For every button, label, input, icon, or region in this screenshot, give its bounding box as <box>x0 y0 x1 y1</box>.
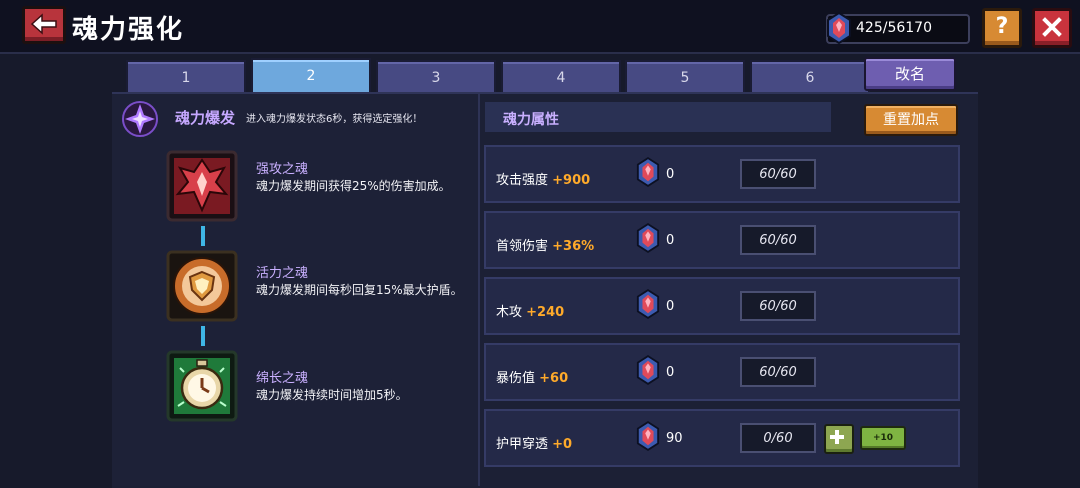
reset-points-button[interactable]: 重置加点 <box>864 104 958 136</box>
tab-6[interactable]: 6 <box>750 60 870 92</box>
soul-name-2: 活力之魂 <box>256 266 309 281</box>
attribute-row: 首领伤害 +36% 0 60/60 <box>484 211 960 269</box>
close-button[interactable] <box>1032 8 1072 48</box>
soul-name-3: 绵长之魂 <box>256 371 309 386</box>
tab-3[interactable]: 3 <box>376 60 496 92</box>
soul-burst-description: 进入魂力爆发状态6秒，获得选定强化！ <box>246 114 423 125</box>
attribute-label: 暴伤值 +60 <box>496 371 569 386</box>
shield-badge-icon[interactable] <box>166 250 238 322</box>
attribute-row: 攻击强度 +900 0 60/60 <box>484 145 960 203</box>
attribute-cost: 0 <box>666 299 675 314</box>
attribute-bonus: +60 <box>539 371 569 386</box>
attribute-row: 木攻 +240 0 60/60 <box>484 277 960 335</box>
soul-burst-icon <box>122 101 158 137</box>
tab-5[interactable]: 5 <box>625 60 745 92</box>
add-ten-points-button[interactable]: +10 <box>860 426 906 450</box>
tab-2[interactable]: 2 <box>251 58 371 92</box>
soul-gem-icon <box>636 355 660 385</box>
attribute-cost: 0 <box>666 365 675 380</box>
attribute-level: 60/60 <box>740 225 816 255</box>
panel-divider <box>478 94 480 486</box>
attribute-cost: 90 <box>666 431 683 446</box>
attribute-label: 木攻 +240 <box>496 305 565 320</box>
attributes-title: 魂力属性 <box>503 112 559 128</box>
soul-gem-icon <box>636 223 660 253</box>
soul-desc-1: 魂力爆发期间获得25%的伤害加成。 <box>256 179 451 193</box>
tab-1[interactable]: 1 <box>126 60 246 92</box>
attribute-label: 护甲穿透 +0 <box>496 437 573 452</box>
help-button[interactable]: ? <box>982 8 1022 48</box>
attribute-label: 攻击强度 +900 <box>496 173 591 188</box>
add-point-button[interactable] <box>824 424 854 454</box>
attribute-level: 60/60 <box>740 159 816 189</box>
soul-connector <box>201 226 205 246</box>
soul-connector <box>201 326 205 346</box>
soul-desc-2: 魂力爆发期间每秒回复15%最大护盾。 <box>256 283 463 297</box>
red-claw-icon[interactable] <box>166 150 238 222</box>
soul-gem-icon <box>636 157 660 187</box>
back-button[interactable] <box>22 6 66 44</box>
attribute-bonus: +0 <box>552 437 573 452</box>
attribute-row: 护甲穿透 +0 90 0/60 +10 <box>484 409 960 467</box>
soul-burst-title: 魂力爆发 <box>175 109 236 127</box>
attribute-bonus: +36% <box>552 239 595 254</box>
soul-name-1: 强攻之魂 <box>256 162 309 177</box>
page-title: 魂力强化 <box>72 15 185 45</box>
attribute-row: 暴伤值 +60 0 60/60 <box>484 343 960 401</box>
currency-value: 425/56170 <box>856 20 932 36</box>
soul-gem-icon <box>636 421 660 451</box>
attribute-cost: 0 <box>666 233 675 248</box>
attribute-level: 0/60 <box>740 423 816 453</box>
soul-gem-icon <box>827 12 851 44</box>
attribute-cost: 0 <box>666 167 675 182</box>
tab-4[interactable]: 4 <box>501 60 621 92</box>
soul-gem-icon <box>636 289 660 319</box>
back-arrow-icon <box>30 13 57 35</box>
rename-button[interactable]: 改名 <box>864 57 956 91</box>
stopwatch-icon[interactable] <box>166 350 238 422</box>
attribute-level: 60/60 <box>740 291 816 321</box>
attribute-bonus: +900 <box>552 173 591 188</box>
attributes-header: 魂力属性 <box>485 102 831 132</box>
plus-icon <box>830 430 844 444</box>
soul-currency-counter: 425/56170 <box>826 12 970 44</box>
attribute-label: 首领伤害 +36% <box>496 239 595 254</box>
soul-desc-3: 魂力爆发持续时间增加5秒。 <box>256 388 408 402</box>
attribute-level: 60/60 <box>740 357 816 387</box>
close-icon <box>1042 17 1062 37</box>
attribute-bonus: +240 <box>526 305 565 320</box>
